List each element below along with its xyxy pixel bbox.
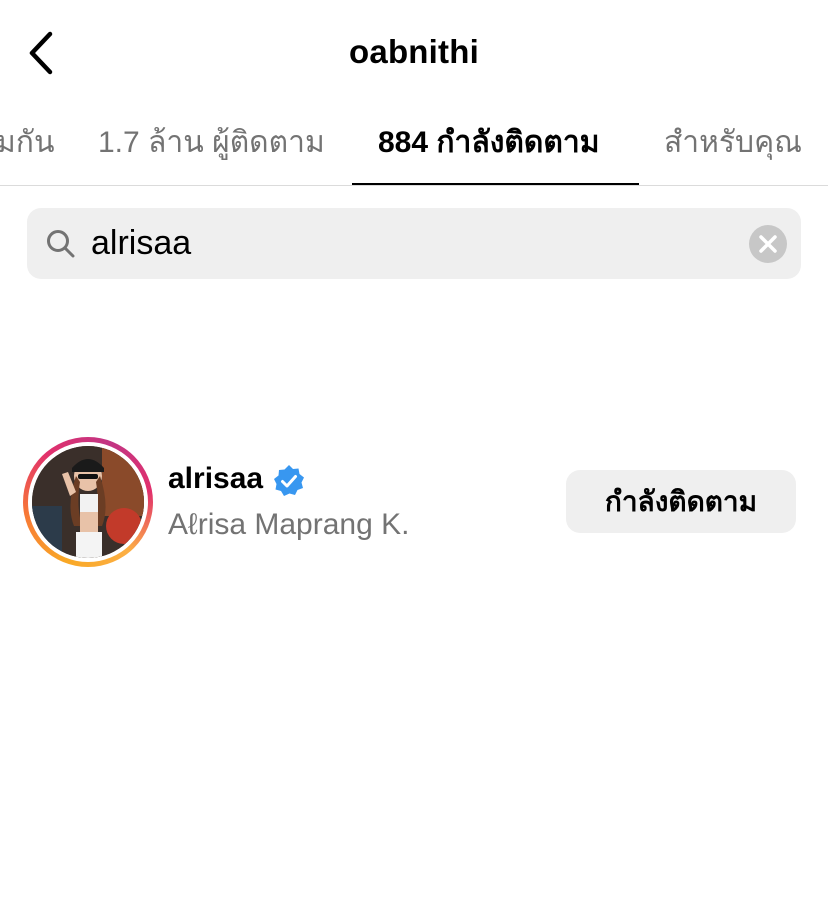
story-ring[interactable] [23, 437, 153, 567]
verified-badge-icon [274, 465, 304, 496]
tab-following[interactable]: 884 กำลังติดตาม [378, 105, 600, 185]
username[interactable]: alrisaa [168, 462, 263, 496]
search-input[interactable] [91, 208, 731, 279]
full-name: Aℓrisa Maprang K. [168, 508, 410, 541]
active-tab-indicator [352, 183, 639, 185]
page-title: oabnithi [349, 33, 479, 70]
avatar [32, 446, 144, 558]
clear-search-button[interactable] [749, 225, 787, 263]
search-bar [27, 208, 801, 279]
tab-bar: มกัน 1.7 ล้าน ผู้ติดตาม 884 กำลังติดตาม … [0, 105, 828, 186]
tab-followers[interactable]: 1.7 ล้าน ผู้ติดตาม [98, 105, 325, 185]
header: oabnithi [0, 0, 828, 105]
following-button[interactable]: กำลังติดตาม [566, 470, 796, 533]
tab-mutual[interactable]: มกัน [0, 105, 54, 185]
avatar-image [32, 446, 144, 558]
clear-icon [759, 235, 777, 253]
tab-for-you[interactable]: สำหรับคุณ [664, 105, 802, 185]
search-icon [47, 230, 75, 258]
list-item[interactable]: alrisaa Aℓrisa Maprang K. กำลังติดตาม [0, 436, 828, 568]
